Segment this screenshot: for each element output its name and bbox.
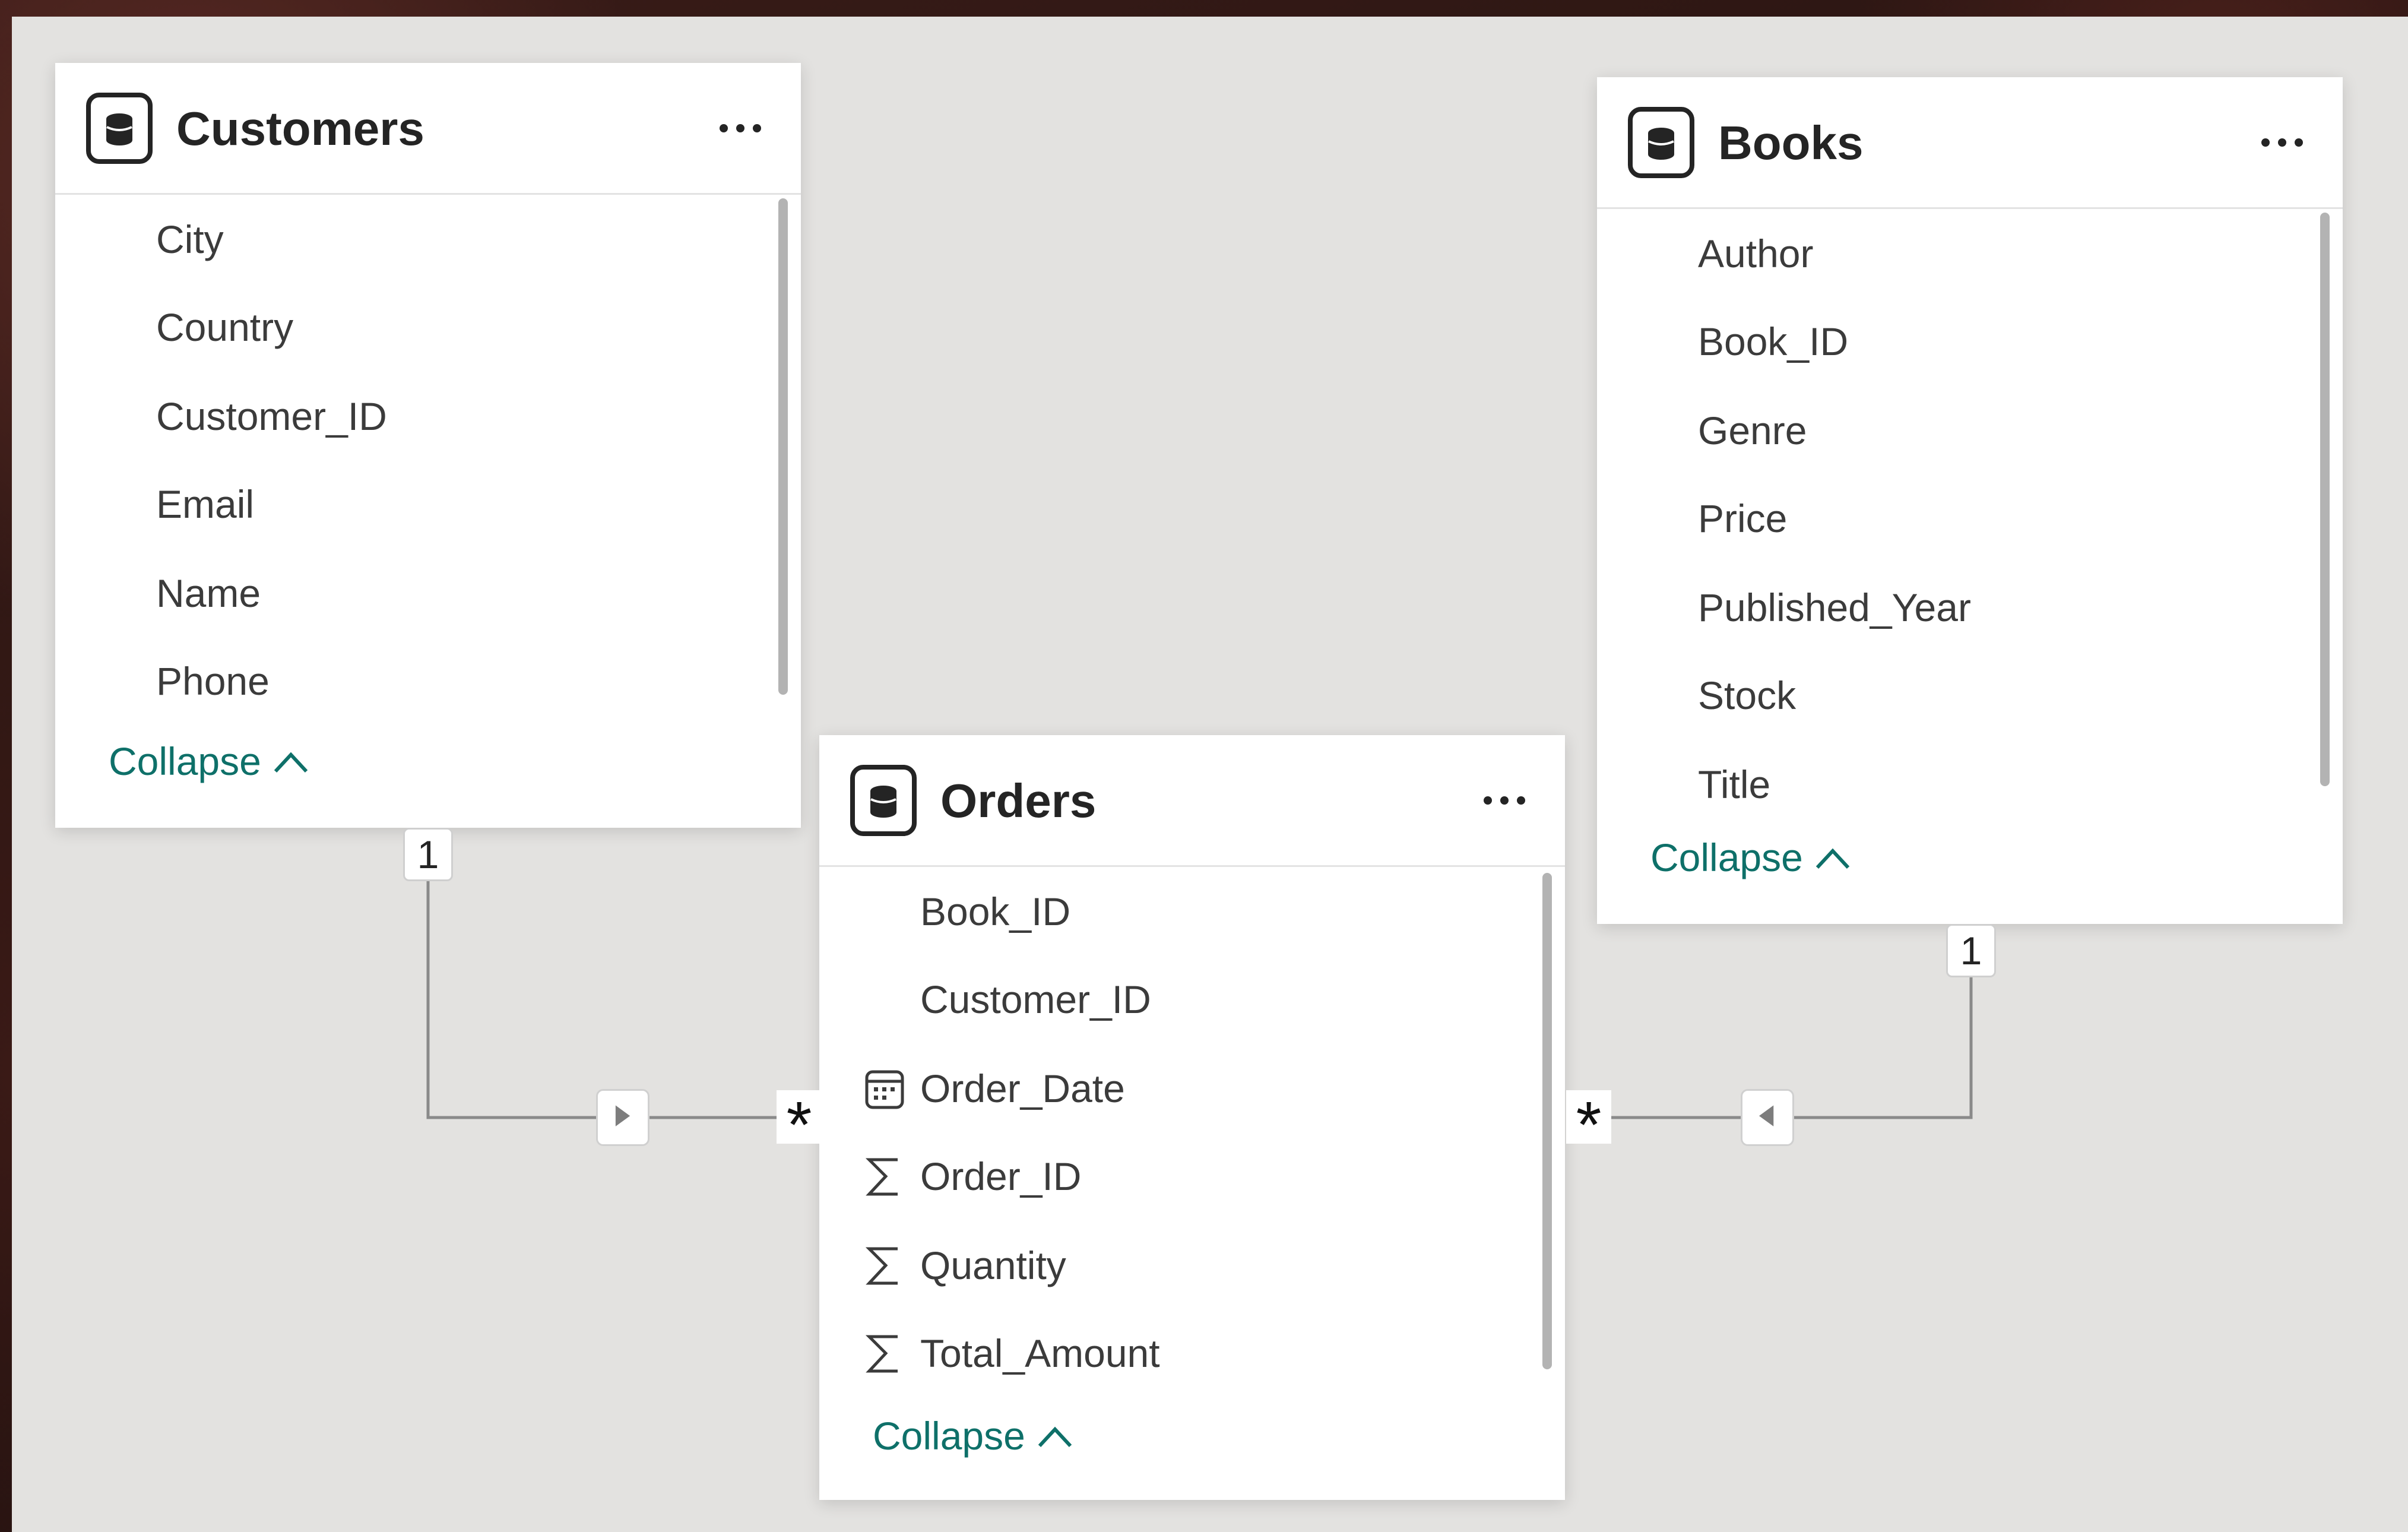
table-card-customers[interactable]: Customers City Country Customer_ID Email…: [55, 63, 801, 828]
field-name: Author: [1698, 232, 1814, 276]
field-row[interactable]: Phone: [55, 637, 801, 726]
filter-direction-badge[interactable]: [1741, 1089, 1794, 1146]
field-row[interactable]: Author: [1597, 209, 2343, 298]
calendar-icon: [865, 1070, 904, 1109]
field-row[interactable]: Title: [1597, 740, 2343, 829]
collapse-link[interactable]: Collapse: [109, 726, 310, 797]
more-options-icon: [2261, 138, 2303, 147]
field-row[interactable]: Published_Year: [1597, 563, 2343, 652]
field-name: Stock: [1698, 673, 1797, 717]
triangle-right-icon: [615, 1105, 630, 1126]
scrollbar[interactable]: [2320, 213, 2330, 786]
table-title: Customers: [176, 102, 424, 155]
table-icon: [1628, 107, 1694, 178]
field-name: City: [156, 217, 224, 261]
table-title: Books: [1718, 116, 1864, 169]
relationship-many-marker: *: [1566, 1090, 1611, 1160]
relationship-many-marker: *: [777, 1090, 822, 1160]
field-name: Email: [156, 482, 255, 526]
field-name: Book_ID: [920, 890, 1071, 933]
table-header[interactable]: Books: [1597, 77, 2343, 209]
field-name: Order_ID: [920, 1154, 1082, 1198]
field-name: Published_Year: [1698, 585, 1971, 629]
field-row[interactable]: Country: [55, 283, 801, 372]
scrollbar[interactable]: [1542, 873, 1552, 1369]
field-row[interactable]: Quantity: [819, 1221, 1565, 1310]
field-row[interactable]: Book_ID: [1597, 297, 2343, 386]
sigma-icon: [865, 1335, 898, 1373]
field-row[interactable]: Stock: [1597, 651, 2343, 740]
field-row[interactable]: Customer_ID: [55, 372, 801, 461]
collapse-link[interactable]: Collapse: [873, 1400, 1074, 1471]
field-name: Genre: [1698, 409, 1807, 452]
field-name: Price: [1698, 496, 1788, 540]
relationship-one-badge: 1: [403, 828, 453, 881]
chevron-up-icon: [274, 752, 308, 773]
field-row[interactable]: Order_ID: [819, 1132, 1565, 1221]
sigma-icon: [865, 1247, 898, 1285]
table-header[interactable]: Orders: [819, 735, 1565, 867]
more-options-button[interactable]: [2258, 125, 2306, 160]
more-options-button[interactable]: [717, 110, 764, 146]
table-icon: [86, 93, 153, 164]
field-name: Quantity: [920, 1243, 1066, 1287]
triangle-left-icon: [1759, 1105, 1774, 1126]
field-row[interactable]: Genre: [1597, 386, 2343, 475]
field-row[interactable]: Order_Date: [819, 1044, 1565, 1133]
table-card-books[interactable]: Books Author Book_ID Genre Price Publish…: [1597, 77, 2343, 924]
field-name: Customer_ID: [920, 977, 1151, 1021]
field-row[interactable]: Book_ID: [819, 867, 1565, 956]
table-title: Orders: [940, 774, 1097, 827]
field-row[interactable]: Price: [1597, 474, 2343, 563]
collapse-link[interactable]: Collapse: [1650, 822, 1852, 893]
chevron-up-icon: [1815, 848, 1850, 869]
field-row[interactable]: Total_Amount: [819, 1309, 1565, 1398]
field-row[interactable]: Customer_ID: [819, 955, 1565, 1044]
chevron-up-icon: [1038, 1426, 1072, 1448]
collapse-label: Collapse: [873, 1414, 1025, 1458]
sigma-icon: [865, 1158, 898, 1196]
collapse-label: Collapse: [1650, 835, 1803, 879]
field-name: Name: [156, 571, 261, 615]
field-name: Phone: [156, 659, 270, 703]
table-icon: [850, 765, 917, 836]
field-name: Customer_ID: [156, 394, 387, 438]
field-name: Total_Amount: [920, 1331, 1160, 1375]
scrollbar[interactable]: [778, 198, 788, 695]
more-options-icon: [720, 124, 761, 132]
more-options-icon: [1484, 796, 1525, 805]
field-name: Order_Date: [920, 1066, 1125, 1110]
table-header[interactable]: Customers: [55, 63, 801, 195]
field-row[interactable]: Email: [55, 460, 801, 549]
field-name: Country: [156, 305, 294, 349]
field-name: Title: [1698, 762, 1771, 806]
field-row[interactable]: City: [55, 195, 801, 284]
collapse-label: Collapse: [109, 739, 261, 783]
field-name: Book_ID: [1698, 319, 1849, 363]
filter-direction-badge[interactable]: [596, 1089, 649, 1146]
table-card-orders[interactable]: Orders Book_ID Customer_ID Order_Date Or…: [819, 735, 1565, 1500]
more-options-button[interactable]: [1481, 783, 1528, 818]
relationship-one-badge: 1: [1946, 924, 1996, 977]
field-row[interactable]: Name: [55, 549, 801, 638]
relationship-line-customers-orders[interactable]: [426, 828, 799, 1119]
